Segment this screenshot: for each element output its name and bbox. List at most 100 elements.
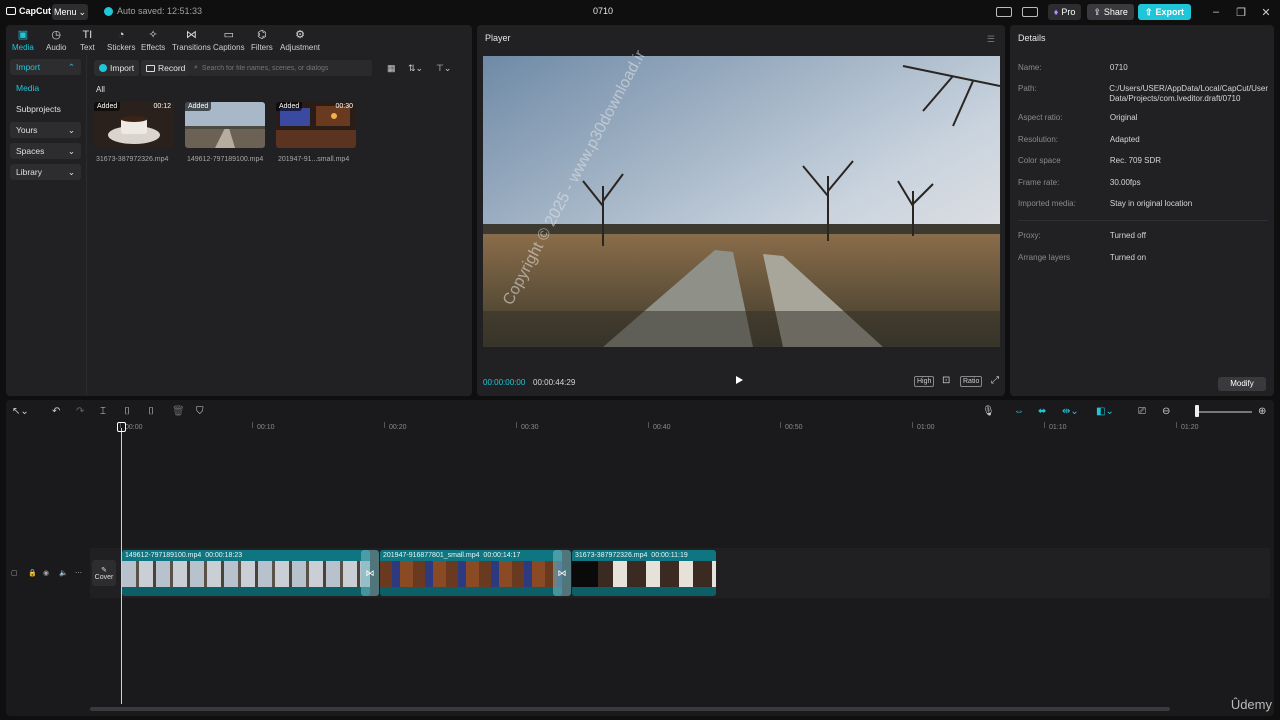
select-tool-icon[interactable]: ↖⌄ [12, 406, 29, 417]
timeline-scrollbar[interactable] [90, 707, 1170, 711]
detail-key: Resolution: [1018, 135, 1059, 144]
split-icon[interactable]: ⌶ [100, 406, 106, 417]
export-button[interactable]: ⇧ Export [1137, 4, 1191, 20]
media-item-interior[interactable]: Added 00:30 [276, 102, 356, 148]
tab-media[interactable]: ▣ Media [12, 29, 34, 52]
detail-key: Aspect ratio: [1018, 113, 1063, 122]
ruler-tick [912, 422, 913, 428]
snapshot-icon[interactable]: ⊡ [940, 376, 952, 386]
speaker-icon[interactable]: 🔈 [59, 569, 68, 577]
tab-label: Adjustment [280, 43, 321, 52]
sidebar-item-subprojects[interactable]: Subprojects [10, 101, 81, 117]
undo-icon[interactable]: ↶ [52, 406, 60, 417]
pro-button[interactable]: ♦ Pro [1047, 4, 1082, 20]
timeline-clip-interior[interactable]: 201947-916877801_small.mp4 00:00:14:17 [380, 550, 562, 596]
detail-row-imported: Imported media: Stay in original location [1018, 199, 1268, 209]
minimize-icon[interactable]: – [1205, 6, 1227, 18]
lock-icon[interactable]: 🔒 [28, 569, 37, 577]
search-input[interactable] [201, 64, 362, 72]
ruler-tick [780, 422, 781, 428]
sidebar-item-library[interactable]: Library ⌄ [10, 164, 81, 180]
playhead[interactable] [121, 428, 122, 704]
tab-effects[interactable]: ✧ Effects [141, 29, 165, 52]
chevron-up-icon: ⌃ [67, 61, 75, 72]
main-track-magnet-icon[interactable]: ⇔ [1014, 406, 1024, 417]
added-badge: Added [94, 102, 121, 111]
track-visibility-icon[interactable]: ▢ [11, 569, 18, 577]
clip-header: 201947-916877801_small.mp4 00:00:14:17 [380, 550, 562, 561]
layout-icon[interactable] [995, 7, 1012, 17]
audio-icon: ◷ [51, 29, 62, 41]
player-menu-icon[interactable]: ☰ [987, 34, 995, 45]
import-button[interactable]: Import [94, 60, 140, 76]
filter-icon[interactable]: ⊤⌄ [436, 63, 451, 74]
record-button[interactable]: Record [141, 60, 191, 76]
quality-button[interactable]: High [914, 376, 935, 387]
transitions-icon: ⋈ [185, 29, 197, 41]
tab-label: Media [12, 43, 34, 52]
tab-filters[interactable]: ⌬ Filters [251, 29, 273, 52]
split-left-icon[interactable]: ⌷ [124, 406, 130, 417]
preview-axis-icon[interactable]: ◧⌄ [1096, 406, 1114, 417]
cover-button[interactable]: ✎ Cover [92, 560, 116, 586]
eye-icon[interactable]: ◉ [43, 569, 49, 577]
menu-button[interactable]: Menu ⌄ [52, 4, 88, 20]
transition-icon: ⋈ [557, 567, 567, 578]
linkage-icon[interactable]: ⇹⌄ [1062, 406, 1079, 417]
cloud-check-icon [104, 6, 113, 16]
close-icon[interactable]: ✕ [1255, 6, 1277, 19]
detail-value: Original [1109, 113, 1138, 122]
sort-icon[interactable]: ⇅⌄ [408, 63, 423, 74]
cover-label: Cover [94, 573, 114, 581]
microphone-icon[interactable]: 🎙 [982, 406, 995, 417]
tab-text[interactable]: TI Text [80, 29, 95, 52]
zoom-slider-handle[interactable] [1195, 405, 1199, 417]
play-icon[interactable] [736, 376, 743, 384]
media-item-coffee[interactable]: Added 00:12 [94, 102, 174, 148]
redo-icon[interactable]: ↷ [76, 406, 84, 417]
ruler-label: 00:40 [653, 424, 671, 431]
marker-icon[interactable]: ⛉ [196, 406, 204, 417]
zoom-in-icon[interactable]: ⊕ [1258, 406, 1266, 417]
more-icon[interactable]: ⋯ [75, 569, 82, 577]
sidebar-item-media[interactable]: Media [10, 80, 81, 96]
sidebar-item-spaces[interactable]: Spaces ⌄ [10, 143, 81, 159]
added-badge: Added [185, 102, 212, 111]
restore-icon[interactable]: ❐ [1230, 6, 1252, 19]
tab-transitions[interactable]: ⋈ Transitions [172, 29, 211, 52]
ratio-button[interactable]: Ratio [960, 376, 983, 387]
timeline-clip-coffee[interactable]: 31673-387972326.mp4 00:00:11:19 [572, 550, 716, 596]
transition-marker[interactable]: ⋈ [553, 550, 571, 596]
tab-adjustment[interactable]: ⚙ Adjustment [280, 29, 320, 52]
share-button[interactable]: ⇪ Share [1087, 4, 1134, 20]
current-timecode: 00:00:00:00 [483, 378, 526, 387]
grid-view-icon[interactable]: ▦ [387, 63, 396, 74]
sidebar-item-import[interactable]: Import ⌃ [10, 59, 81, 75]
fullscreen-icon[interactable]: ⤢ [989, 376, 1001, 386]
zoom-out-icon[interactable]: ⊖ [1162, 406, 1170, 417]
detail-key: Name: [1018, 63, 1042, 72]
shortcuts-icon[interactable] [1021, 7, 1038, 17]
split-right-icon[interactable]: ⌷ [148, 406, 154, 417]
zoom-slider[interactable] [1196, 411, 1252, 413]
fit-timeline-icon[interactable]: ⎚ [1138, 406, 1146, 417]
media-item-road[interactable]: Added [185, 102, 265, 148]
modify-button[interactable]: Modify [1218, 377, 1266, 391]
auto-snap-icon[interactable]: ⬌ [1038, 406, 1046, 417]
delete-icon[interactable]: 🗑 [172, 406, 185, 417]
tab-audio[interactable]: ◷ Audio [46, 29, 66, 52]
playhead-handle[interactable] [117, 422, 126, 432]
timeline-clip-road[interactable]: 149612-797189100.mp4 00:00:18:23 [122, 550, 370, 596]
transition-marker[interactable]: ⋈ [361, 550, 379, 596]
tab-label: Effects [141, 43, 166, 52]
detail-key: Path: [1018, 84, 1037, 93]
ruler-label: 00:50 [785, 424, 803, 431]
timeline-ruler[interactable]: 00:00 00:10 00:20 00:30 00:40 00:50 01:0… [120, 422, 1270, 436]
autosave-text: Auto saved: 12:51:33 [117, 6, 203, 16]
tab-captions[interactable]: ▭ Captions [213, 29, 245, 52]
app-logo: CapCut [6, 6, 51, 16]
diamond-icon: ♦ [1053, 7, 1059, 17]
tab-stickers[interactable]: ◔ Stickers [107, 29, 135, 52]
text-icon: TI [82, 29, 93, 41]
sidebar-item-yours[interactable]: Yours ⌄ [10, 122, 81, 138]
